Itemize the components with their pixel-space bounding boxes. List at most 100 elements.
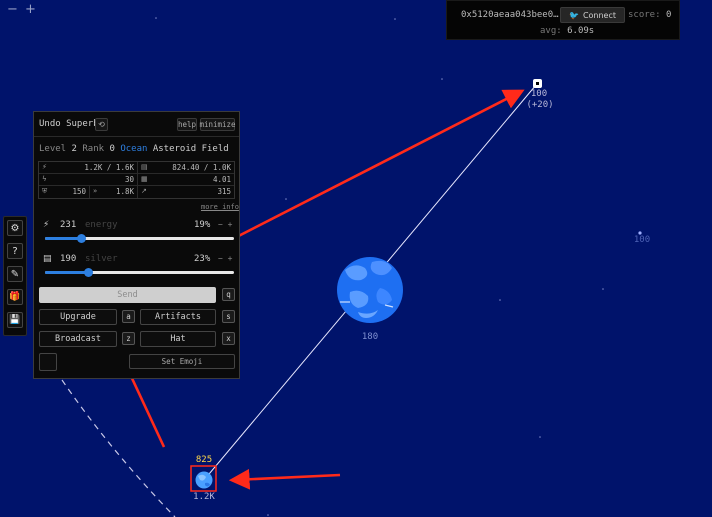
target-planet-bonus: (+20) <box>526 100 554 110</box>
avg-value: 6.09s <box>567 26 595 36</box>
rank-value: 0 <box>109 144 115 154</box>
gift-button[interactable]: 🎁 <box>7 289 23 305</box>
energy-step-buttons: − + <box>218 220 232 229</box>
planet-name: Undo Superb <box>39 119 99 129</box>
help-link-button[interactable]: help <box>177 118 197 131</box>
silver-growth-value: 4.01 <box>212 175 231 184</box>
plugin-icon: ✎ <box>10 268 20 280</box>
save-button[interactable]: 💾 <box>7 312 23 328</box>
range-value: 315 <box>217 187 231 196</box>
planet-stats: ⚡ 1.2K / 1.6K ▤ 824.40 / 1.0K ϟ 30 ▦ 4.0… <box>38 161 235 199</box>
planet-level-line: Level 2 Rank 0 Ocean Asteroid Field <box>39 144 229 154</box>
score-value: 0 <box>665 10 672 20</box>
silver-stat-value: 824.40 / 1.0K <box>172 163 231 172</box>
ocean-planet[interactable] <box>337 257 403 323</box>
target-planet-energy: 100 <box>524 89 554 100</box>
gear-icon: ⚙ <box>10 222 20 234</box>
level-label: Level <box>39 144 67 154</box>
send-hotkey: q <box>222 288 235 301</box>
energy-decrease-button[interactable]: − <box>218 220 223 229</box>
energy-slider-icon: ⚡ <box>43 220 50 230</box>
send-button[interactable]: Send <box>39 287 216 303</box>
silver-slider-label: silver <box>85 254 118 264</box>
twitter-icon: 🐦 <box>568 10 579 20</box>
plugins-button[interactable]: ✎ <box>7 266 23 282</box>
speed-value: 1.8K <box>115 187 134 196</box>
silver-send-amount: 190 <box>60 254 77 264</box>
help-button[interactable]: ? <box>7 243 23 259</box>
energy-slider-row: ⚡ 231 energy 19% − + <box>38 220 235 244</box>
hat-hotkey: x <box>222 332 235 345</box>
artifacts-button[interactable]: Artifacts <box>140 309 216 325</box>
minimize-button[interactable]: minimize <box>199 118 236 131</box>
save-icon: 💾 <box>9 315 21 325</box>
silver-growth-icon: ▦ <box>141 175 148 183</box>
defense-stat: ⛨ 150 <box>39 186 89 198</box>
defense-value: 150 <box>72 187 86 196</box>
rank-label: Rank <box>82 144 105 154</box>
silver-slider-row: ▤ 190 silver 23% − + <box>38 254 235 278</box>
energy-stat-value: 1.2K / 1.6K <box>84 163 134 172</box>
home-planet-label: 1.2K <box>193 492 215 502</box>
help-icon: ? <box>12 245 18 257</box>
speed-stat: » 1.8K <box>89 186 137 198</box>
score-readout: score: 0 <box>628 10 671 20</box>
silver-step-buttons: − + <box>218 254 232 263</box>
energy-increase-button[interactable]: + <box>228 220 233 229</box>
avg-label: avg: <box>540 26 562 36</box>
silver-growth-stat: ▦ 4.01 <box>138 174 234 186</box>
panel-header: Undo Superb ⟲ help minimize <box>34 112 239 137</box>
energy-slider[interactable] <box>45 234 234 243</box>
wallet-address: 0x5120aeaa043bee0… <box>461 10 559 20</box>
ocean-planet-energy: 180 <box>361 332 379 342</box>
account-bar: 0x5120aeaa043bee0… 🐦 Connect score: 0 av… <box>446 0 680 40</box>
silver-slider-icon: ▤ <box>43 254 52 264</box>
level-value: 2 <box>71 144 77 154</box>
upgrade-button[interactable]: Upgrade <box>39 309 117 325</box>
silver-slider-fill <box>45 271 89 274</box>
zoom-out-button[interactable]: − <box>7 2 18 17</box>
energy-percent: 19% <box>194 220 211 230</box>
shield-icon: ⛨ <box>42 187 48 195</box>
energy-slider-fill <box>45 237 81 240</box>
speed-icon: » <box>93 187 98 195</box>
connect-label: Connect <box>582 10 617 20</box>
range-stat: ↗ 315 <box>138 186 234 198</box>
more-info-link[interactable]: more info <box>201 203 239 211</box>
left-toolbar: ⚙ ? ✎ 🎁 💾 <box>3 216 27 336</box>
energy-growth-value: 30 <box>124 175 134 184</box>
artifacts-hotkey: s <box>222 310 235 323</box>
energy-slider-thumb[interactable] <box>76 234 86 243</box>
home-planet-energy: 825 <box>195 455 213 465</box>
gift-icon: 🎁 <box>9 292 21 302</box>
energy-stat: ⚡ 1.2K / 1.6K <box>39 162 137 174</box>
connect-button[interactable]: 🐦 Connect <box>560 7 625 23</box>
silver-slider-thumb[interactable] <box>84 268 94 277</box>
energy-slider-label: energy <box>85 220 118 230</box>
score-label: score: <box>628 10 661 20</box>
energy-icon: ⚡ <box>42 163 47 171</box>
silver-icon: ▤ <box>141 163 148 171</box>
avg-readout: avg: 6.09s <box>540 26 594 36</box>
set-emoji-button[interactable]: Set Emoji <box>129 354 235 369</box>
distant-planet-energy: 100 <box>633 235 651 245</box>
silver-stat: ▤ 824.40 / 1.0K <box>138 162 234 174</box>
zoom-in-button[interactable]: + <box>25 2 36 17</box>
silver-increase-button[interactable]: + <box>228 254 233 263</box>
range-circle <box>61 379 176 517</box>
silver-decrease-button[interactable]: − <box>218 254 223 263</box>
settings-button[interactable]: ⚙ <box>7 220 23 236</box>
broadcast-hotkey: z <box>122 332 135 345</box>
planet-type: Asteroid Field <box>152 144 229 154</box>
biome-label: Ocean <box>120 144 148 154</box>
energy-send-amount: 231 <box>60 220 77 230</box>
silver-percent: 23% <box>194 254 211 264</box>
target-energy-value: 100 <box>530 89 548 99</box>
rename-button[interactable]: ⟲ <box>95 118 108 131</box>
emoji-preview[interactable] <box>39 353 57 371</box>
range-icon: ↗ <box>141 187 147 195</box>
refresh-icon: ⟲ <box>98 120 105 129</box>
hat-button[interactable]: Hat <box>140 331 216 347</box>
broadcast-button[interactable]: Broadcast <box>39 331 117 347</box>
silver-slider[interactable] <box>45 268 234 277</box>
